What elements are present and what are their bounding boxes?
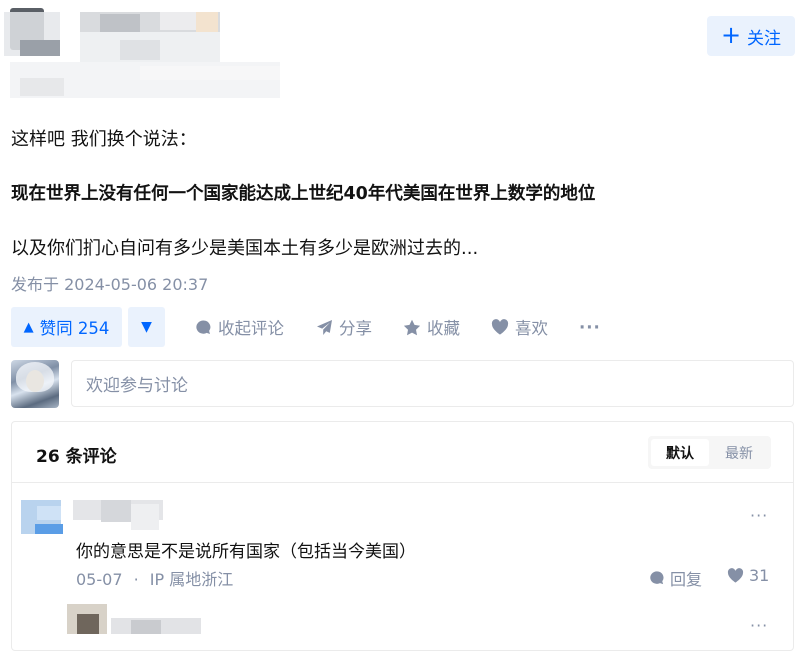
comment-like-button[interactable]: 31 <box>727 566 769 585</box>
comment-like-count: 31 <box>749 566 770 585</box>
reply-button[interactable]: 回复 <box>649 566 702 590</box>
follow-label: 关注 <box>747 28 782 49</box>
share-label: 分享 <box>339 319 372 338</box>
collapse-comments-label: 收起评论 <box>218 319 284 338</box>
like-label: 喜欢 <box>515 319 548 338</box>
comment-text: 你的意思是不是说所有国家（包括当今美国） <box>76 542 416 562</box>
star-icon <box>403 319 421 335</box>
comment-item: ··· <box>11 596 794 634</box>
upvote-label: 赞同 254 <box>39 319 110 338</box>
more-actions-button[interactable]: ··· <box>579 307 601 347</box>
comment-more-button[interactable]: ··· <box>750 506 768 525</box>
reply-label: 回复 <box>670 570 703 589</box>
comment-input-placeholder: 欢迎参与讨论 <box>86 376 188 396</box>
comment-ip-location: IP 属地浙江 <box>149 570 234 589</box>
comment-item: ··· 你的意思是不是说所有国家（包括当今美国） 05-07 · IP 属地浙江… <box>11 482 794 592</box>
answer-paragraph-2: 现在世界上没有任何一个国家能达成上世纪40年代美国在世界上数学的地位 <box>11 184 596 204</box>
author-header <box>0 0 300 100</box>
comment-more-button[interactable]: ··· <box>750 616 768 634</box>
comment-bubble-icon <box>196 319 211 334</box>
collect-label: 收藏 <box>427 319 460 338</box>
downvote-button[interactable]: ▼ <box>128 307 165 347</box>
plus-icon: + <box>720 21 742 49</box>
sort-latest-button[interactable]: 最新 <box>710 439 768 466</box>
comment-date: 05-07 <box>76 570 123 589</box>
paper-plane-icon <box>317 319 332 335</box>
sort-toggle: 默认 最新 <box>648 436 771 469</box>
comment-bubble-icon <box>650 571 664 585</box>
sort-default-button[interactable]: 默认 <box>651 439 709 466</box>
answer-paragraph-1: 这样吧 我们换个说法： <box>11 129 197 150</box>
triangle-down-icon: ▼ <box>141 319 152 335</box>
meta-separator: · <box>133 570 139 589</box>
more-dots-icon: ··· <box>579 317 601 337</box>
share-button[interactable]: 分享 <box>316 307 372 347</box>
comments-header: 26 条评论 默认 最新 <box>12 422 793 483</box>
current-user-avatar <box>11 360 59 408</box>
collapse-comments-button[interactable]: 收起评论 <box>195 307 284 347</box>
heart-icon <box>727 568 744 583</box>
answer-paragraph-3: 以及你们扪心自问有多少是美国本土有多少是欧洲过去的... <box>11 238 479 259</box>
comment-count: 26 条评论 <box>36 447 117 467</box>
heart-icon <box>491 319 509 335</box>
comment-input[interactable]: 欢迎参与讨论 <box>71 360 794 407</box>
follow-button[interactable]: + 关注 <box>707 16 795 56</box>
triangle-up-icon: ▲ <box>23 319 34 335</box>
collect-button[interactable]: 收藏 <box>403 307 460 347</box>
publish-time[interactable]: 发布于 2024-05-06 20:37 <box>11 271 208 295</box>
upvote-button[interactable]: ▲ 赞同 254 <box>11 307 122 347</box>
like-button[interactable]: 喜欢 <box>491 307 548 347</box>
